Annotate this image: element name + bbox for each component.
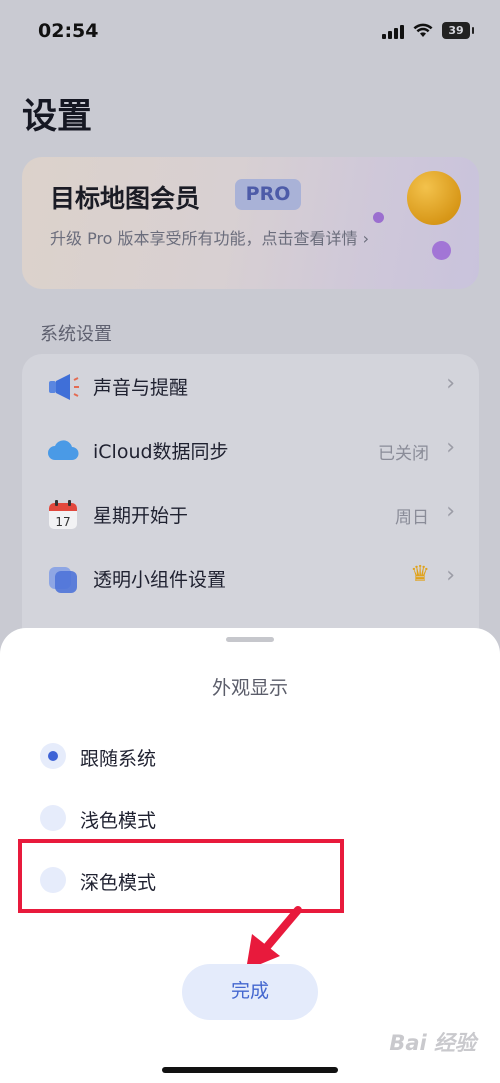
done-button[interactable]: 完成 — [182, 964, 318, 1020]
member-card[interactable]: 目标地图会员 PRO 升级 Pro 版本享受所有功能，点击查看详情 › — [22, 157, 479, 289]
chevron-right-icon: › — [446, 563, 455, 588]
settings-row-widget[interactable]: 透明小组件设置 ♛ › — [22, 546, 479, 610]
battery-icon: 39 — [442, 22, 474, 39]
option-label: 跟随系统 — [80, 748, 157, 770]
week-start-value: 周日 — [395, 508, 429, 528]
chevron-right-icon: › — [446, 435, 455, 460]
option-follow-system[interactable]: 跟随系统 — [40, 736, 340, 776]
status-time: 02:54 — [38, 20, 99, 42]
wifi-icon — [413, 23, 433, 37]
chevron-right-icon: › — [446, 371, 455, 396]
sheet-title: 外观显示 — [211, 677, 288, 699]
baidu-watermark: Bai 经验 — [389, 1031, 476, 1055]
settings-row-label: 透明小组件设置 — [93, 569, 227, 591]
home-indicator — [162, 1067, 338, 1073]
sheet-grab-handle[interactable] — [226, 637, 274, 642]
section-label-system: 系统设置 — [40, 324, 112, 345]
calendar-icon: 17 — [49, 500, 77, 529]
purple-dot-icon — [373, 212, 384, 223]
settings-row-week-start[interactable]: 17 星期开始于 周日 › — [22, 482, 479, 546]
status-bar: 02:54 39 — [0, 0, 500, 62]
gold-ball-icon — [407, 171, 461, 225]
settings-row-icloud[interactable]: iCloud数据同步 已关闭 › — [22, 418, 479, 482]
system-settings-list: 声音与提醒 › iCloud数据同步 已关闭 › 17 星期开始于 周日 › 透… — [22, 354, 479, 654]
option-light-mode[interactable]: 浅色模式 — [40, 798, 340, 838]
crown-icon: ♛ — [410, 562, 430, 587]
settings-row-label: 星期开始于 — [93, 505, 189, 527]
radio-selected-icon[interactable] — [40, 743, 66, 769]
member-title: 目标地图会员 — [50, 184, 201, 213]
cloud-icon — [48, 440, 79, 460]
settings-row-label: iCloud数据同步 — [93, 441, 229, 463]
member-description: 升级 Pro 版本享受所有功能，点击查看详情 › — [50, 229, 370, 248]
page-title: 设置 — [22, 97, 93, 137]
svg-text:17: 17 — [55, 515, 70, 529]
icloud-status-value: 已关闭 — [378, 444, 429, 464]
radio-unselected-icon[interactable] — [40, 805, 66, 831]
megaphone-icon — [49, 374, 79, 400]
chevron-right-icon: › — [446, 499, 455, 524]
appearance-sheet: 外观显示 跟随系统 浅色模式 深色模式 完成 Bai 经验 — [0, 628, 500, 1083]
settings-row-label: 声音与提醒 — [93, 377, 189, 399]
settings-row-sound[interactable]: 声音与提醒 › — [22, 354, 479, 418]
signal-icon — [382, 23, 404, 39]
status-icons: 39 — [382, 22, 474, 39]
option-label: 浅色模式 — [80, 810, 157, 832]
annotation-highlight-box — [18, 839, 344, 913]
widget-icon — [49, 567, 77, 593]
pro-badge: PRO — [235, 179, 301, 210]
purple-ball-icon — [432, 241, 451, 260]
